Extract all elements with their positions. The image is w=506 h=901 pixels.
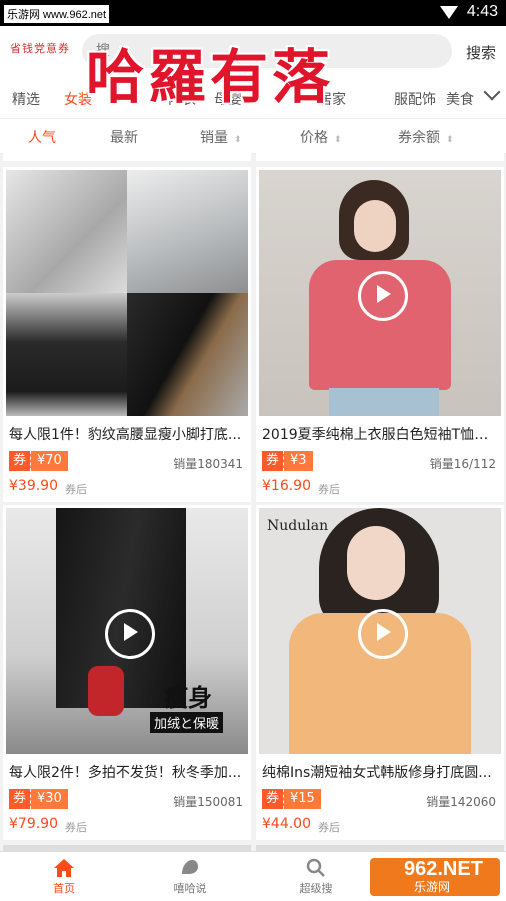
photo-leggings (127, 293, 248, 416)
sort-arrows-icon: ⬍ (446, 135, 454, 145)
home-icon (54, 859, 74, 877)
sort-arrows-icon: ⬍ (334, 135, 342, 145)
coupon-value: ¥3 (283, 451, 313, 471)
product-card[interactable]: 2019夏季纯棉上衣服白色短袖T恤女... 券 ¥3 销量16/112 ¥16.9… (256, 167, 504, 502)
tab-talk[interactable]: 嘻哈说 (150, 854, 230, 896)
sort-bar: 人气 最新 销量 ⬍ 价格 ⬍ 券余额 ⬍ (0, 119, 506, 154)
coupon-label: 券 (9, 789, 31, 809)
app-logo: 省钱党意券 (10, 42, 70, 55)
category-tab[interactable]: 美食 (446, 89, 474, 109)
site-watermark-label: 乐游网 www.962.net (4, 5, 110, 23)
image-caption: 瘦身 (164, 683, 212, 712)
sort-coupon[interactable]: 券余额 ⬍ (398, 127, 454, 147)
jeans (329, 388, 439, 416)
previous-row-fragment (256, 153, 504, 161)
after-coupon-label: 券后 (65, 483, 87, 496)
play-video-icon[interactable] (358, 609, 408, 659)
product-title[interactable]: 纯棉Ins潮短袖女式韩版修身打底圆... (262, 762, 498, 782)
model-face (354, 200, 396, 252)
sort-label: 最新 (110, 130, 138, 146)
after-coupon-label: 券后 (318, 483, 340, 496)
sort-price[interactable]: 价格 ⬍ (300, 127, 342, 147)
after-coupon-label: 券后 (318, 821, 340, 834)
previous-row-fragment (3, 153, 251, 161)
coupon-value: ¥30 (30, 789, 68, 809)
photo-leggings (127, 170, 248, 293)
product-card[interactable]: 瘦身 加绒と保暖 每人限2件！多拍不发货！秋冬季加... 券 ¥30 销量1500… (3, 505, 251, 840)
site-watermark-logo: 962.NET 乐游网 (370, 858, 500, 896)
tab-home[interactable]: 首页 (24, 854, 104, 896)
sort-newest[interactable]: 最新 (110, 127, 138, 147)
product-card[interactable]: Nudulan 纯棉Ins潮短袖女式韩版修身打底圆... 券 ¥15 销量1420… (256, 505, 504, 840)
sort-label: 券余额 (398, 130, 440, 146)
play-video-icon[interactable] (358, 271, 408, 321)
tab-label: 首页 (53, 882, 75, 895)
coupon-value: ¥70 (30, 451, 68, 471)
play-video-icon[interactable] (105, 609, 155, 659)
search-button[interactable]: 搜索 (466, 42, 496, 63)
coupon-value: ¥15 (283, 789, 321, 809)
product-image[interactable]: 瘦身 加绒と保暖 (6, 508, 248, 754)
product-title[interactable]: 每人限1件！豹纹高腰显瘦小脚打底... (9, 424, 245, 444)
after-coupon-label: 券后 (65, 821, 87, 834)
sort-popular[interactable]: 人气 (28, 127, 56, 147)
sort-label: 销量 (200, 130, 228, 146)
tab-label: 超级搜 (299, 882, 333, 895)
tab-search[interactable]: 超级搜 (276, 854, 356, 896)
photo-leggings (6, 170, 127, 293)
coupon-label: 券 (262, 789, 284, 809)
product-image[interactable] (259, 170, 501, 416)
product-title[interactable]: 2019夏季纯棉上衣服白色短袖T恤女... (262, 424, 498, 444)
price: ¥16.90 (262, 478, 311, 494)
product-image[interactable] (6, 170, 248, 416)
sort-sales[interactable]: 销量 ⬍ (200, 127, 242, 147)
price: ¥44.00 (262, 816, 311, 832)
sort-arrows-icon: ⬍ (234, 135, 242, 145)
product-image[interactable]: Nudulan (259, 508, 501, 754)
search-icon (306, 858, 325, 877)
sales-count: 销量150081 (173, 795, 243, 809)
coupon-badge: 券 ¥30 (9, 789, 68, 809)
status-bar: 乐游网 www.962.net 4:43 (0, 0, 506, 26)
price: ¥79.90 (9, 816, 58, 832)
coupon-label: 券 (262, 451, 284, 471)
product-card[interactable]: 每人限1件！豹纹高腰显瘦小脚打底... 券 ¥70 销量180341 ¥39.90… (3, 167, 251, 502)
photo-leggings (6, 293, 127, 416)
chat-icon (182, 860, 198, 874)
overlay-title: 哈羅有落 (86, 43, 335, 111)
watermark-sub: 乐游网 (414, 880, 451, 894)
coupon-badge: 券 ¥15 (262, 789, 321, 809)
product-title[interactable]: 每人限2件！多拍不发货！秋冬季加... (9, 762, 245, 782)
coupon-label: 券 (9, 451, 31, 471)
model-face (347, 526, 405, 600)
category-tab[interactable]: 精选 (12, 89, 40, 109)
sales-count: 销量16/112 (429, 457, 496, 471)
brand-text: Nudulan (267, 518, 329, 534)
product-grid: 每人限1件！豹纹高腰显瘦小脚打底... 券 ¥70 销量180341 ¥39.90… (0, 153, 506, 851)
image-caption: 加绒と保暖 (150, 712, 224, 733)
shoe (88, 666, 124, 716)
coupon-badge: 券 ¥70 (9, 451, 68, 471)
sales-count: 销量180341 (173, 457, 243, 471)
sales-count: 销量142060 (426, 795, 496, 809)
sort-label: 人气 (28, 130, 56, 146)
category-tab[interactable]: 服配饰 (394, 89, 436, 109)
price: ¥39.90 (9, 478, 58, 494)
chevron-down-icon[interactable] (483, 83, 501, 101)
sort-label: 价格 (300, 130, 328, 146)
wifi-icon (440, 6, 458, 19)
coupon-badge: 券 ¥3 (262, 451, 313, 471)
tab-label: 嘻哈说 (173, 882, 207, 895)
clock: 4:43 (466, 3, 498, 20)
